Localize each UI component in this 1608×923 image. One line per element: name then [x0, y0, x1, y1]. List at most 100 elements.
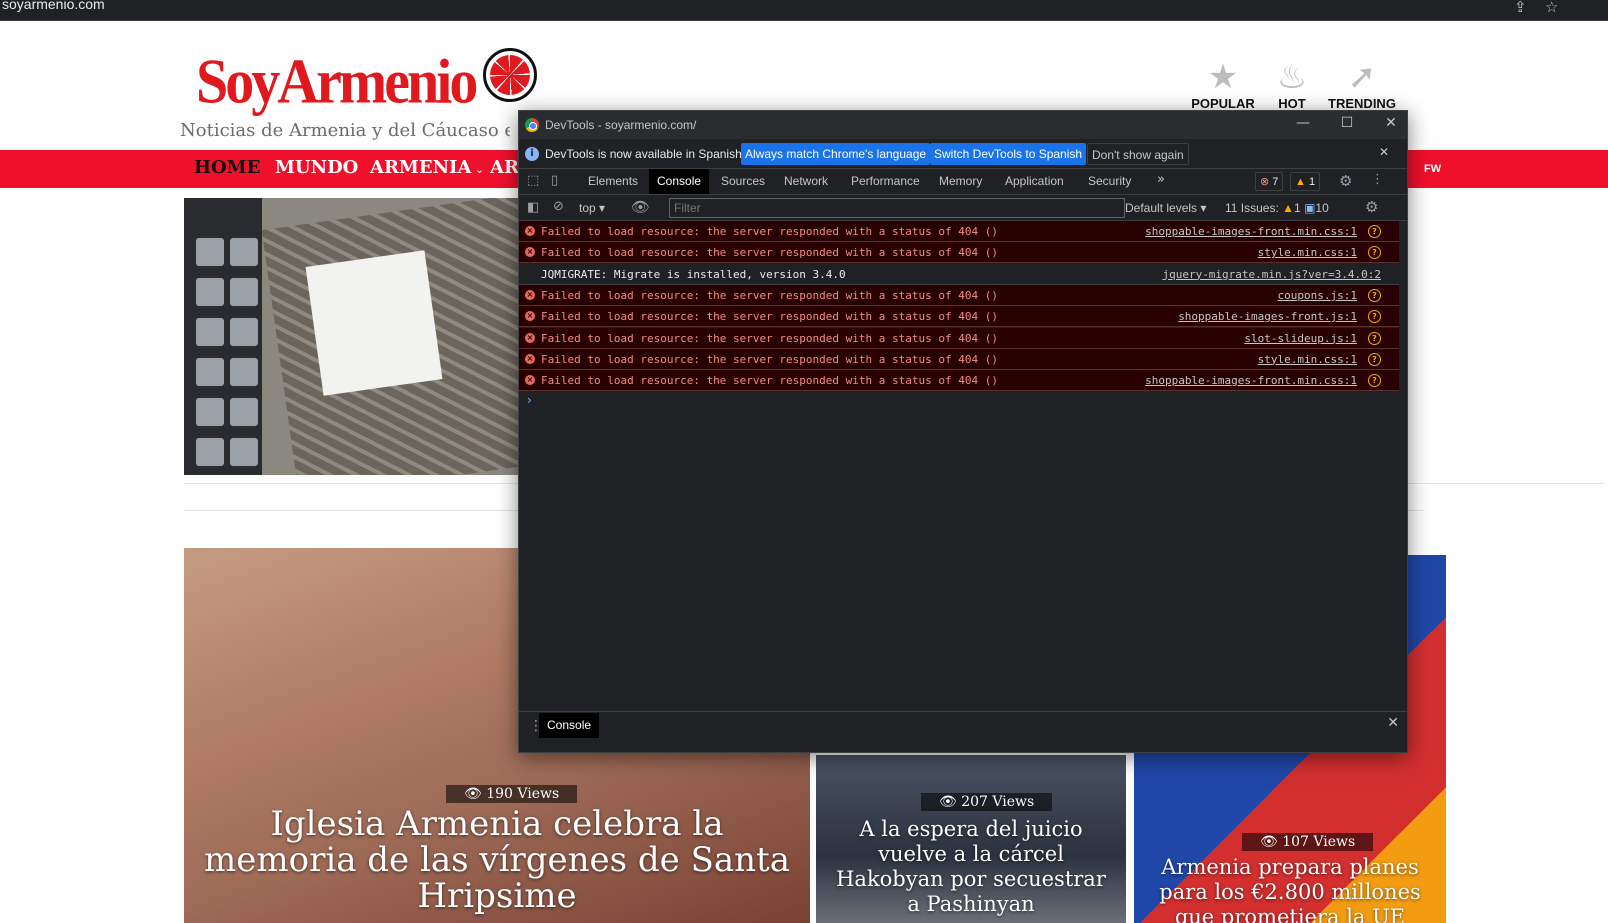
- understand-message-icon[interactable]: ?: [1368, 331, 1381, 345]
- dont-show-again-button[interactable]: Don't show again: [1087, 143, 1189, 165]
- bookmark-star-icon[interactable]: ☆: [1545, 0, 1558, 16]
- console-log-row: × Failed to load resource: the server res…: [519, 348, 1399, 370]
- chevron-down-icon: ⌄: [471, 163, 485, 176]
- floor-plan-room: [305, 250, 443, 396]
- tab-performance[interactable]: Performance: [843, 169, 928, 194]
- eye-icon: 👁: [939, 794, 957, 810]
- tab-elements[interactable]: Elements: [580, 169, 646, 194]
- drawer-tab-console[interactable]: Console: [539, 713, 600, 738]
- log-source-link[interactable]: jquery-migrate.min.js?ver=3.4.0:2: [1162, 264, 1381, 285]
- error-icon: ⊗: [1260, 176, 1270, 188]
- log-levels-dropdown[interactable]: Default levels ▾: [1125, 201, 1206, 215]
- armenian-eternity-emblem-icon: [483, 48, 537, 102]
- console-log-row: × Failed to load resource: the server res…: [519, 242, 1399, 264]
- error-count-badge[interactable]: ⊗ 7: [1255, 172, 1284, 191]
- article-title[interactable]: Iglesia Armenia celebra la memoria de la…: [198, 806, 796, 914]
- log-source-link[interactable]: shoppable-images-front.min.css:1: [1145, 221, 1357, 242]
- address-bar-url[interactable]: soyarmenio.com: [2, 0, 105, 12]
- more-tabs-icon[interactable]: »: [1157, 172, 1165, 187]
- header-link-popular[interactable]: ★ POPULAR: [1183, 58, 1263, 111]
- error-icon: ×: [525, 247, 535, 258]
- kebab-menu-icon[interactable]: ⋮: [1371, 172, 1384, 187]
- understand-message-icon[interactable]: ?: [1368, 374, 1381, 388]
- match-language-button[interactable]: Always match Chrome's language: [741, 143, 931, 165]
- understand-message-icon[interactable]: ?: [1368, 246, 1381, 260]
- nav-item-mundo[interactable]: MUNDO: [275, 157, 358, 178]
- log-message: Failed to load resource: the server resp…: [541, 310, 998, 324]
- device-toolbar-icon[interactable]: ▯: [551, 173, 558, 188]
- article-title[interactable]: A la espera del juicio vuelve a la cárce…: [830, 817, 1112, 917]
- views-badge: 👁 190 Views: [446, 785, 578, 803]
- tab-memory[interactable]: Memory: [931, 169, 990, 194]
- log-source-link[interactable]: slot-slideup.js:1: [1244, 328, 1357, 349]
- flame-icon: ♨: [1276, 57, 1308, 97]
- nav-item-label: ARMENIA: [370, 157, 472, 178]
- devtools-tab-bar: ⬚ ▯ Elements Console Sources Network Per…: [519, 169, 1407, 195]
- share-icon[interactable]: ⇪: [1514, 0, 1527, 16]
- featured-article-image[interactable]: [184, 198, 524, 475]
- console-filter-input[interactable]: [669, 198, 1125, 218]
- nav-item-armenia[interactable]: ARMENIA ⌄: [370, 157, 484, 178]
- tab-security[interactable]: Security: [1080, 169, 1139, 194]
- chrome-logo-icon: [525, 118, 539, 132]
- warning-count: 1: [1308, 176, 1316, 188]
- switch-to-spanish-button[interactable]: Switch DevTools to Spanish: [930, 143, 1087, 165]
- log-source-link[interactable]: coupons.js:1: [1278, 285, 1357, 306]
- infobar-message: DevTools is now available in Spanish!: [545, 147, 746, 161]
- article-title[interactable]: Armenia prepara planes para los €2.800 m…: [1148, 855, 1432, 923]
- log-message: Failed to load resource: the server resp…: [541, 225, 998, 238]
- understand-message-icon[interactable]: ?: [1368, 225, 1381, 238]
- inspect-element-icon[interactable]: ⬚: [527, 173, 539, 188]
- nav-extra-label[interactable]: FW: [1424, 163, 1441, 175]
- nav-item-home[interactable]: HOME: [194, 157, 260, 178]
- close-window-icon[interactable]: ✕: [1379, 115, 1403, 131]
- console-prompt-caret-icon[interactable]: ›: [527, 393, 532, 407]
- live-expression-eye-icon[interactable]: 👁: [631, 198, 650, 216]
- log-source-link[interactable]: shoppable-images-front.min.css:1: [1145, 370, 1357, 391]
- console-log-row: × Failed to load resource: the server res…: [519, 327, 1399, 349]
- tab-network[interactable]: Network: [776, 169, 836, 194]
- console-filter-bar: ◧ ⊘ top ▾ 👁 Default levels ▾ 11 Issues: …: [519, 195, 1407, 221]
- settings-gear-icon[interactable]: ⚙: [1339, 172, 1352, 190]
- language-infobar: i DevTools is now available in Spanish! …: [519, 139, 1407, 169]
- views-count: 107 Views: [1282, 834, 1356, 850]
- article-card[interactable]: 👁 207 Views A la espera del juicio vuelv…: [816, 755, 1126, 923]
- error-icon: ×: [525, 353, 535, 364]
- log-source-link[interactable]: shoppable-images-front.js:1: [1178, 306, 1357, 327]
- console-settings-gear-icon[interactable]: ⚙: [1365, 198, 1378, 216]
- tab-sources[interactable]: Sources: [713, 169, 773, 194]
- header-link-trending[interactable]: ➚ TRENDING: [1322, 58, 1402, 111]
- info-message-icon: ▣: [1304, 201, 1316, 215]
- site-logo[interactable]: SoyArmenio: [196, 38, 556, 118]
- error-icon: ×: [525, 289, 535, 300]
- error-count: 7: [1272, 176, 1279, 188]
- log-message: Failed to load resource: the server resp…: [541, 246, 998, 260]
- log-source-link[interactable]: style.min.css:1: [1258, 349, 1357, 370]
- issues-info-count: 10: [1315, 201, 1329, 215]
- header-link-hot[interactable]: ♨ HOT: [1252, 58, 1332, 111]
- minimize-icon[interactable]: —: [1291, 115, 1315, 131]
- context-selector[interactable]: top ▾: [579, 201, 605, 215]
- close-drawer-icon[interactable]: ✕: [1387, 715, 1399, 731]
- console-log-row: JQMIGRATE: Migrate is installed, version…: [519, 263, 1399, 285]
- header-link-label: TRENDING: [1328, 96, 1396, 111]
- warning-icon: ▲: [1295, 176, 1306, 188]
- devtools-title-bar[interactable]: DevTools - soyarmenio.com/ — ☐ ✕: [519, 111, 1407, 139]
- clear-console-icon[interactable]: ⊘: [553, 199, 564, 214]
- sidebar-toggle-icon[interactable]: ◧: [527, 200, 539, 215]
- tab-application[interactable]: Application: [997, 169, 1072, 194]
- eye-icon: 👁: [464, 786, 482, 802]
- log-source-link[interactable]: style.min.css:1: [1258, 242, 1357, 263]
- understand-message-icon[interactable]: ?: [1368, 352, 1381, 366]
- close-infobar-icon[interactable]: ✕: [1379, 145, 1389, 159]
- issues-counter[interactable]: 11 Issues: ▲1 ▣10: [1225, 201, 1329, 215]
- understand-message-icon[interactable]: ?: [1368, 310, 1381, 324]
- tab-console[interactable]: Console: [649, 169, 710, 194]
- log-message: Failed to load resource: the server resp…: [541, 374, 998, 388]
- dropdown-arrow-icon: ▾: [1200, 201, 1207, 215]
- warning-count-badge[interactable]: ▲ 1: [1290, 172, 1321, 191]
- maximize-icon[interactable]: ☐: [1335, 115, 1359, 131]
- image-sidebar-panel: [184, 198, 262, 475]
- devtools-window: DevTools - soyarmenio.com/ — ☐ ✕ i DevTo…: [518, 110, 1408, 753]
- understand-message-icon[interactable]: ?: [1368, 288, 1381, 302]
